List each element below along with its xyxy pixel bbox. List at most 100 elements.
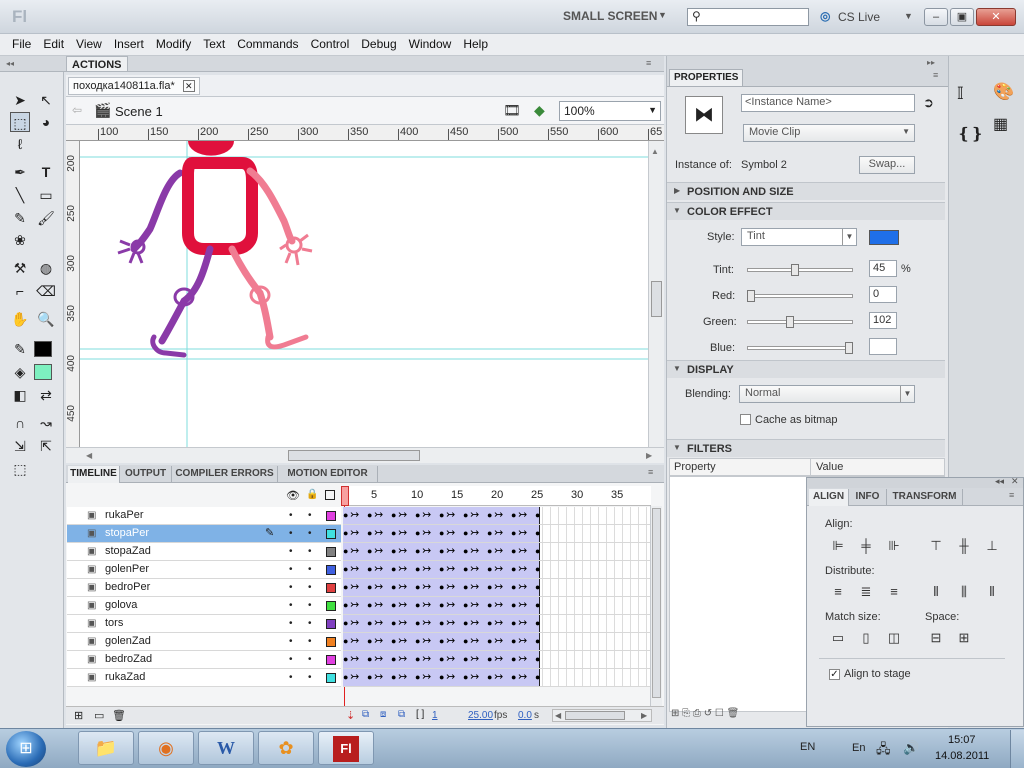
deco-tool-icon[interactable]: ❀	[10, 230, 30, 250]
search-input[interactable]: ⚲	[687, 8, 809, 26]
keyframe-dot[interactable]: ●	[511, 564, 516, 574]
document-tab[interactable]: походка140811a.fla* ✕	[68, 77, 200, 95]
keyframe-dot[interactable]: ●	[367, 600, 372, 610]
keyframe-dot[interactable]: ●	[535, 636, 540, 646]
visibility-dot[interactable]: •	[289, 651, 293, 668]
layer-outline-color[interactable]	[326, 583, 336, 593]
keyframe-dot[interactable]: ●	[391, 528, 396, 538]
panel-menu-icon[interactable]: ≡	[1009, 490, 1014, 500]
chevron-down-icon[interactable]: ▼	[904, 11, 913, 21]
keyframe-dot[interactable]: ●	[535, 510, 540, 520]
scene-name[interactable]: Scene 1	[115, 104, 163, 119]
slider-thumb[interactable]	[845, 342, 853, 354]
smooth-icon[interactable]: ↝	[36, 413, 56, 433]
slider-thumb[interactable]	[786, 316, 795, 328]
layer-row[interactable]: ▣ bedroZad • •	[67, 651, 341, 669]
keyframe-dot[interactable]: ●	[415, 528, 420, 538]
arrow-circle-icon[interactable]: ➲	[923, 95, 934, 111]
explorer-taskbar-icon[interactable]: 📁	[78, 731, 134, 765]
language-indicator[interactable]: EN	[800, 741, 815, 753]
timeline-horizontal-scrollbar[interactable]: ◀ ▶	[552, 709, 652, 722]
lock-dot[interactable]: •	[308, 507, 312, 524]
filter-toolbar-icons[interactable]: ⊞ ⎘ ⎙ ↺ ☐ 🗑	[671, 708, 739, 719]
keyframe-dot[interactable]: ●	[391, 510, 396, 520]
keyframe-dot[interactable]: ●	[487, 636, 492, 646]
layer-outline-color[interactable]	[326, 529, 336, 539]
tab-compiler-errors[interactable]: COMPILER ERRORS	[172, 466, 278, 483]
keyframe-dot[interactable]: ●	[367, 528, 372, 538]
keyframe-dot[interactable]: ●	[511, 582, 516, 592]
menu-item-insert[interactable]: Insert	[108, 34, 150, 51]
align-right-icon[interactable]: ⊪	[885, 538, 903, 554]
layer-outline-color[interactable]	[326, 655, 336, 665]
scroll-thumb[interactable]	[565, 711, 625, 720]
keyframe-dot[interactable]: ●	[343, 654, 348, 664]
keyframe-dot[interactable]: ●	[535, 528, 540, 538]
layer-outline-color[interactable]	[326, 511, 336, 521]
lock-dot[interactable]: •	[308, 615, 312, 632]
tab-transform[interactable]: TRANSFORM	[887, 489, 963, 506]
lock-dot[interactable]: •	[308, 543, 312, 560]
keyframe-dot[interactable]: ●	[487, 528, 492, 538]
keyframe-dot[interactable]: ●	[367, 546, 372, 556]
layer-outline-color[interactable]	[326, 637, 336, 647]
clock-date[interactable]: 14.08.2011	[935, 750, 989, 762]
layer-row[interactable]: ▣ rukaZad • •	[67, 669, 341, 687]
keyframe-dot[interactable]: ●	[511, 528, 516, 538]
keyframe-dot[interactable]: ●	[511, 510, 516, 520]
keyframe-dot[interactable]: ●	[391, 654, 396, 664]
keyframe-dot[interactable]: ●	[463, 510, 468, 520]
stage[interactable]	[80, 141, 648, 447]
keyframe-dot[interactable]: ●	[343, 564, 348, 574]
distribute-vertical-center-icon[interactable]: ≣	[857, 584, 875, 600]
keyframe-dot[interactable]: ●	[439, 564, 444, 574]
bone-tool-icon[interactable]: ⚒	[10, 258, 30, 278]
layer-name[interactable]: golenZad	[105, 633, 151, 650]
layer-row[interactable]: ▣ rukaPer • •	[67, 507, 341, 525]
space-evenly-horizontal-icon[interactable]: ⊞	[955, 630, 973, 646]
onion-outlines-icon[interactable]: ⧈	[380, 709, 386, 720]
layer-name[interactable]: bedroZad	[105, 651, 152, 668]
keyframe-dot[interactable]: ●	[415, 600, 420, 610]
new-layer-icon[interactable]: ⊞	[74, 709, 83, 722]
keyframe-dot[interactable]: ●	[463, 546, 468, 556]
timeline-scrollbar[interactable]	[650, 506, 662, 706]
position-size-section[interactable]: ▶ POSITION AND SIZE	[667, 182, 945, 200]
lasso-tool-icon[interactable]: ℓ	[10, 134, 30, 154]
keyframe-dot[interactable]: ●	[367, 636, 372, 646]
layer-name[interactable]: stopaZad	[105, 543, 151, 560]
playhead[interactable]	[341, 486, 349, 506]
match-height-icon[interactable]: ▯	[857, 630, 875, 646]
distribute-right-icon[interactable]: ⫴	[983, 584, 1001, 600]
minimize-button[interactable]: –	[924, 8, 948, 26]
align-vertical-center-icon[interactable]: ╫	[955, 538, 973, 554]
close-icon[interactable]: ✕	[1011, 476, 1019, 487]
keyframe-dot[interactable]: ●	[463, 564, 468, 574]
keyframe-dot[interactable]: ●	[415, 510, 420, 520]
visibility-dot[interactable]: •	[289, 669, 293, 686]
blue-slider[interactable]	[747, 342, 853, 354]
properties-tab[interactable]: PROPERTIES	[669, 69, 744, 87]
menu-item-text[interactable]: Text	[197, 34, 231, 51]
keyframe-dot[interactable]: ●	[535, 582, 540, 592]
library-icon[interactable]: 𝕀	[957, 84, 964, 104]
keyframe-dot[interactable]: ●	[463, 528, 468, 538]
start-button[interactable]: ⊞	[6, 731, 46, 767]
display-section[interactable]: ▼ DISPLAY	[667, 360, 945, 378]
collapse-arrows-icon[interactable]: ▸▸	[927, 58, 935, 67]
scroll-right-icon[interactable]: ▶	[641, 711, 647, 720]
menu-item-file[interactable]: File	[6, 34, 37, 51]
instance-name-input[interactable]: <Instance Name>	[741, 94, 915, 112]
keyframe-dot[interactable]: ●	[511, 654, 516, 664]
flower-app-taskbar-icon[interactable]: ✿	[258, 731, 314, 765]
keyframe-dot[interactable]: ●	[535, 600, 540, 610]
frame-row[interactable]: ● ↣ ● ↣ ● ↣ ● ↣ ● ↣ ● ↣ ● ↣ ● ↣ ●	[343, 669, 650, 687]
keyframe-dot[interactable]: ●	[487, 600, 492, 610]
style-select[interactable]: Tint ▼	[741, 228, 857, 246]
keyframe-dot[interactable]: ●	[463, 672, 468, 682]
stroke-color-swatch[interactable]	[34, 341, 52, 357]
center-frame-icon[interactable]: ⇣	[346, 709, 355, 722]
visibility-dot[interactable]: •	[289, 579, 293, 596]
layer-row[interactable]: ▣ golova • •	[67, 597, 341, 615]
keyframe-dot[interactable]: ●	[343, 618, 348, 628]
